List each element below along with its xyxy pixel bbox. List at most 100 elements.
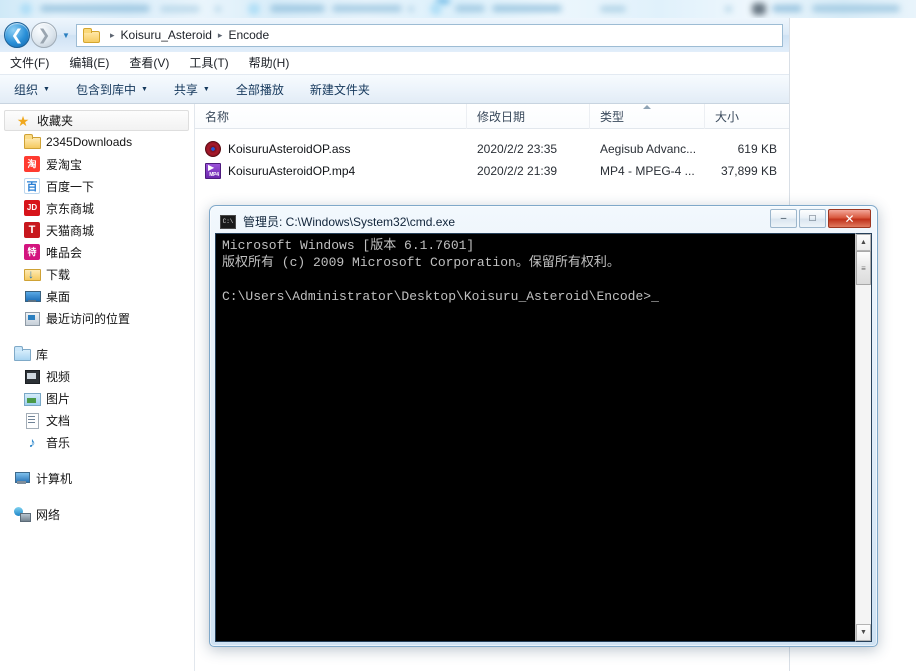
table-row[interactable]: KoisuruAsteroidOP.mp4 2020/2/2 21:39 MP4… xyxy=(195,160,789,182)
sidebar-item-videos[interactable]: 视频 xyxy=(0,365,194,387)
sidebar-item-taobao[interactable]: 淘 爱淘宝 xyxy=(0,153,194,175)
sidebar-item-tmall[interactable]: T 天猫商城 xyxy=(0,219,194,241)
toolbar-play-all-button[interactable]: 全部播放 xyxy=(236,81,284,98)
sidebar-item-label: 图片 xyxy=(46,391,71,406)
breadcrumb-separator: ▸ xyxy=(110,29,115,40)
network-icon xyxy=(14,506,31,522)
column-header-name[interactable]: 名称 xyxy=(195,104,467,129)
scroll-down-button[interactable]: ▼ xyxy=(856,624,871,641)
scroll-up-button[interactable]: ▲ xyxy=(856,234,871,251)
breadcrumb[interactable]: ▸ Koisuru_Asteroid ▸ Encode xyxy=(76,23,783,47)
sidebar-item-pictures[interactable]: 图片 xyxy=(0,387,194,409)
sidebar-item-recent-places[interactable]: 最近访问的位置 xyxy=(0,307,194,329)
sidebar-item-vip[interactable]: 特 唯品会 xyxy=(0,241,194,263)
sidebar-item-downloads[interactable]: 下载 xyxy=(0,263,194,285)
file-type-cell: MP4 - MPEG-4 ... xyxy=(600,164,695,178)
blur-blob xyxy=(600,6,626,12)
scrollbar-track[interactable]: ≡ xyxy=(856,251,871,624)
blurred-browser-tabbar xyxy=(0,0,916,18)
sidebar-item-label: 爱淘宝 xyxy=(46,157,83,172)
aegisub-subtitle-icon xyxy=(205,141,221,157)
column-header-size[interactable]: 大小 xyxy=(705,104,787,129)
file-name-cell[interactable]: KoisuruAsteroidOP.ass xyxy=(195,141,467,157)
column-header-date-modified[interactable]: 修改日期 xyxy=(467,104,590,129)
cmd-window[interactable]: C:\ 管理员: C:\Windows\System32\cmd.exe – □… xyxy=(209,205,878,647)
chevron-down-icon[interactable]: ▼ xyxy=(59,31,73,40)
sidebar-item-desktop[interactable]: 桌面 xyxy=(0,285,194,307)
back-arrow-icon[interactable]: ❮ xyxy=(4,22,30,48)
sidebar-item-jd[interactable]: JD 京东商城 xyxy=(0,197,194,219)
file-size-cell: 619 KB xyxy=(737,142,777,156)
menu-bar: 文件(F) 编辑(E) 查看(V) 工具(T) 帮助(H) xyxy=(0,52,789,74)
blur-blob xyxy=(20,3,32,15)
sidebar-item-2345downloads[interactable]: 2345Downloads xyxy=(0,131,194,153)
toolbar-share-button[interactable]: 共享 ▼ xyxy=(174,81,210,98)
command-toolbar: 组织 ▼ 包含到库中 ▼ 共享 ▼ 全部播放 新建文件夹 xyxy=(0,74,789,104)
scrollbar-thumb[interactable]: ≡ xyxy=(856,251,871,285)
download-folder-icon xyxy=(24,266,41,282)
blur-blob xyxy=(332,5,402,12)
sidebar-item-network[interactable]: 网络 xyxy=(0,503,194,525)
column-header-label: 大小 xyxy=(715,109,740,124)
toolbar-new-folder-label: 新建文件夹 xyxy=(309,82,370,97)
sidebar-item-label: 下载 xyxy=(46,267,71,282)
maximize-button[interactable]: □ xyxy=(799,209,826,228)
table-row[interactable]: KoisuruAsteroidOP.ass 2020/2/2 23:35 Aeg… xyxy=(195,138,789,160)
chevron-down-icon: ▼ xyxy=(43,85,50,93)
toolbar-organize-button[interactable]: 组织 ▼ xyxy=(14,81,50,98)
close-button[interactable]: ✕ xyxy=(828,209,871,228)
blur-blob xyxy=(248,3,260,15)
sidebar-item-baidu[interactable]: 百 百度一下 xyxy=(0,175,194,197)
blur-blob xyxy=(160,6,200,12)
console-icon: C:\ xyxy=(220,214,236,229)
column-header-label: 名称 xyxy=(205,109,230,124)
sidebar-item-favorites[interactable]: ★ 收藏夹 xyxy=(4,110,189,131)
baidu-icon: 百 xyxy=(24,178,40,194)
sidebar-item-label: 视频 xyxy=(46,369,71,384)
breadcrumb-item-koisuru-asteroid[interactable]: Koisuru_Asteroid xyxy=(121,28,212,42)
blur-blob xyxy=(725,6,732,12)
folder-icon xyxy=(24,134,41,150)
toolbar-organize-label: 组织 xyxy=(14,82,39,97)
console-output[interactable]: Microsoft Windows [版本 6.1.7601] 版权所有 (c)… xyxy=(215,233,855,642)
file-name-label: KoisuruAsteroidOP.mp4 xyxy=(228,164,356,178)
menu-help[interactable]: 帮助(H) xyxy=(249,54,290,71)
file-name-label: KoisuruAsteroidOP.ass xyxy=(228,142,351,156)
chevron-down-icon: ▼ xyxy=(202,85,210,93)
cmd-title-bar[interactable]: C:\ 管理员: C:\Windows\System32\cmd.exe – □… xyxy=(215,209,872,233)
file-name-cell[interactable]: KoisuruAsteroidOP.mp4 xyxy=(195,163,467,179)
forward-arrow-icon[interactable]: ❯ xyxy=(31,22,57,48)
blur-blob xyxy=(40,5,150,12)
menu-edit[interactable]: 编辑(E) xyxy=(69,54,109,71)
sidebar-item-documents[interactable]: 文档 xyxy=(0,409,194,431)
sidebar-item-computer[interactable]: 计算机 xyxy=(0,467,194,489)
menu-view[interactable]: 查看(V) xyxy=(129,54,169,71)
recent-places-icon xyxy=(24,310,40,326)
sidebar-item-label: 文档 xyxy=(46,413,71,428)
sidebar-item-label: 音乐 xyxy=(46,435,71,450)
sidebar-item-label: 桌面 xyxy=(46,289,71,304)
vip-icon: 特 xyxy=(24,244,40,260)
toolbar-include-in-library-button[interactable]: 包含到库中 ▼ xyxy=(76,81,148,98)
sidebar-item-label: 天猫商城 xyxy=(46,223,95,238)
jd-icon: JD xyxy=(24,200,40,216)
breadcrumb-item-encode[interactable]: Encode xyxy=(228,28,269,42)
menu-tools[interactable]: 工具(T) xyxy=(189,54,228,71)
sidebar-item-music[interactable]: ♪ 音乐 xyxy=(0,431,194,453)
file-size-cell: 37,899 KB xyxy=(720,164,777,178)
sidebar-item-label: 库 xyxy=(36,347,49,362)
toolbar-play-all-label: 全部播放 xyxy=(235,82,284,97)
toolbar-new-folder-button[interactable]: 新建文件夹 xyxy=(310,81,370,98)
toolbar-include-in-library-label: 包含到库中 xyxy=(75,82,136,97)
sidebar-item-label: 2345Downloads xyxy=(46,135,133,149)
music-icon: ♪ xyxy=(28,434,36,450)
toolbar-share-label: 共享 xyxy=(173,82,198,97)
minimize-button[interactable]: – xyxy=(770,209,797,228)
sidebar-item-libraries[interactable]: 库 xyxy=(0,343,194,365)
column-header-type[interactable]: 类型 xyxy=(590,104,705,129)
console-scrollbar[interactable]: ▲ ≡ ▼ xyxy=(855,233,872,642)
documents-icon xyxy=(24,412,40,429)
menu-file[interactable]: 文件(F) xyxy=(10,54,49,71)
